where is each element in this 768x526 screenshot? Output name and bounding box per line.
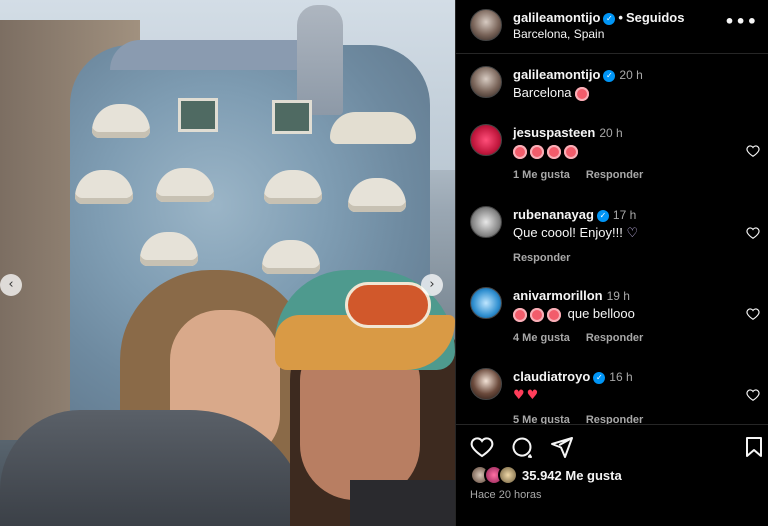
- reply-button[interactable]: Responder: [586, 169, 643, 181]
- comment-text: ♥ ♥: [513, 386, 743, 404]
- people: [0, 250, 455, 526]
- separator-dot: •: [618, 10, 623, 25]
- comment-body: claudiatroyo ✓ 16 h ♥ ♥ 5 Me gusta Responder: [513, 368, 743, 424]
- comment-username[interactable]: rubenanayag: [513, 207, 594, 222]
- chevron-left-icon: ‹: [8, 277, 14, 292]
- coat: [350, 480, 455, 526]
- comment-icon[interactable]: [510, 435, 534, 459]
- comment-text: que bellooo: [513, 305, 743, 322]
- tower: [297, 5, 343, 115]
- comment-likes[interactable]: 1 Me gusta: [513, 169, 570, 181]
- comment-text: [513, 142, 743, 159]
- caption-body: galileamontijo ✓ 20 h Barcelona: [513, 66, 743, 101]
- like-comment-icon[interactable]: [746, 144, 760, 158]
- reply-button[interactable]: Responder: [586, 332, 643, 344]
- caption-text: Barcelona: [513, 84, 743, 101]
- red-heart-emoji: ♥: [513, 388, 525, 403]
- likes-count[interactable]: 35.942 Me gusta: [522, 468, 622, 483]
- post-side-panel: galileamontijo ✓ • Seguidos Barcelona, Spai…: [455, 0, 768, 526]
- like-comment-icon[interactable]: [746, 388, 760, 402]
- comment-time: 17 h: [612, 208, 637, 222]
- verified-icon: ✓: [593, 371, 606, 384]
- white-heart-emoji: ♡: [626, 226, 639, 241]
- like-icon[interactable]: [470, 435, 494, 459]
- comment-text: Que coool! Enjoy!!! ♡: [513, 224, 743, 242]
- comment-likes[interactable]: 5 Me gusta: [513, 414, 570, 424]
- chevron-right-icon: ›: [429, 277, 435, 292]
- heart-eyes-emoji: [530, 144, 544, 159]
- verified-icon: ✓: [603, 12, 616, 25]
- author-username[interactable]: galileamontijo: [513, 10, 600, 25]
- more-options-icon[interactable]: •••: [724, 12, 758, 31]
- reply-button[interactable]: Responder: [513, 252, 570, 264]
- share-icon[interactable]: [550, 435, 574, 459]
- like-comment-icon[interactable]: [746, 226, 760, 240]
- comment-body: jesuspasteen 20 h 1 Me gusta Responder: [513, 124, 743, 184]
- comment-text-value: Que coool! Enjoy!!!: [513, 225, 623, 240]
- verified-icon: ✓: [603, 69, 616, 82]
- comment-time: 20 h: [599, 126, 623, 140]
- reply-button[interactable]: Responder: [586, 414, 643, 424]
- window: [178, 98, 218, 132]
- commenter-avatar[interactable]: [470, 287, 502, 319]
- caption-text-value: Barcelona: [513, 85, 572, 100]
- heart-eyes-emoji: [547, 144, 561, 159]
- caption-username[interactable]: galileamontijo: [513, 67, 600, 82]
- comment-username[interactable]: claudiatroyo: [513, 369, 590, 384]
- comment-body: rubenanayag ✓ 17 h Que coool! Enjoy!!! ♡ R…: [513, 206, 743, 267]
- post-photo[interactable]: ‹ ›: [0, 0, 455, 526]
- comment-meta: 1 Me gusta Responder: [513, 167, 743, 184]
- like-comment-icon[interactable]: [746, 307, 760, 321]
- cap-patch: [345, 282, 431, 328]
- comment-text-value: que bellooo: [567, 306, 635, 321]
- comment-meta: 4 Me gusta Responder: [513, 330, 743, 347]
- balcony: [330, 112, 416, 144]
- verified-icon: ✓: [596, 209, 609, 222]
- window: [272, 100, 312, 134]
- author-header-line: galileamontijo ✓ • Seguidos: [513, 10, 684, 25]
- commenter-avatar[interactable]: [470, 206, 502, 238]
- heart-eyes-emoji: [513, 307, 527, 322]
- heart-eyes-emoji: [547, 307, 561, 322]
- author-avatar[interactable]: [470, 9, 502, 41]
- comment-meta: 5 Me gusta Responder: [513, 412, 743, 424]
- comment-body: anivarmorillon 19 h que bellooo 4 Me gust…: [513, 287, 743, 347]
- comment-time: 16 h: [609, 370, 633, 384]
- location-link[interactable]: Barcelona, Spain: [513, 27, 604, 41]
- author-avatar[interactable]: [470, 66, 502, 98]
- commenter-avatar[interactable]: [470, 368, 502, 400]
- liker-avatar: [498, 465, 518, 485]
- comment-username[interactable]: jesuspasteen: [513, 125, 595, 140]
- red-heart-emoji: ♥: [526, 388, 539, 403]
- heart-eyes-emoji: [530, 307, 544, 322]
- previous-photo-button[interactable]: ‹: [0, 274, 22, 296]
- comments-list[interactable]: galileamontijo ✓ 20 h Barcelona jesuspaste…: [456, 54, 768, 424]
- commenter-avatar[interactable]: [470, 124, 502, 156]
- comment-username[interactable]: anivarmorillon: [513, 288, 603, 303]
- following-button[interactable]: Seguidos: [626, 10, 685, 25]
- caption-time: 20 h: [619, 68, 643, 82]
- post-header: galileamontijo ✓ • Seguidos Barcelona, Spai…: [456, 0, 768, 54]
- comment-likes[interactable]: 4 Me gusta: [513, 332, 570, 344]
- comment-meta: Responder: [513, 250, 743, 267]
- comment-time: 19 h: [606, 289, 630, 303]
- next-photo-button[interactable]: ›: [421, 274, 443, 296]
- bookmark-icon[interactable]: [742, 435, 766, 459]
- heart-eyes-emoji: [513, 144, 527, 159]
- post-timestamp: Hace 20 horas: [470, 489, 542, 501]
- heart-eyes-emoji: [564, 144, 578, 159]
- post-actions: 35.942 Me gusta Hace 20 horas: [456, 424, 768, 526]
- heart-eyes-emoji: [575, 86, 590, 101]
